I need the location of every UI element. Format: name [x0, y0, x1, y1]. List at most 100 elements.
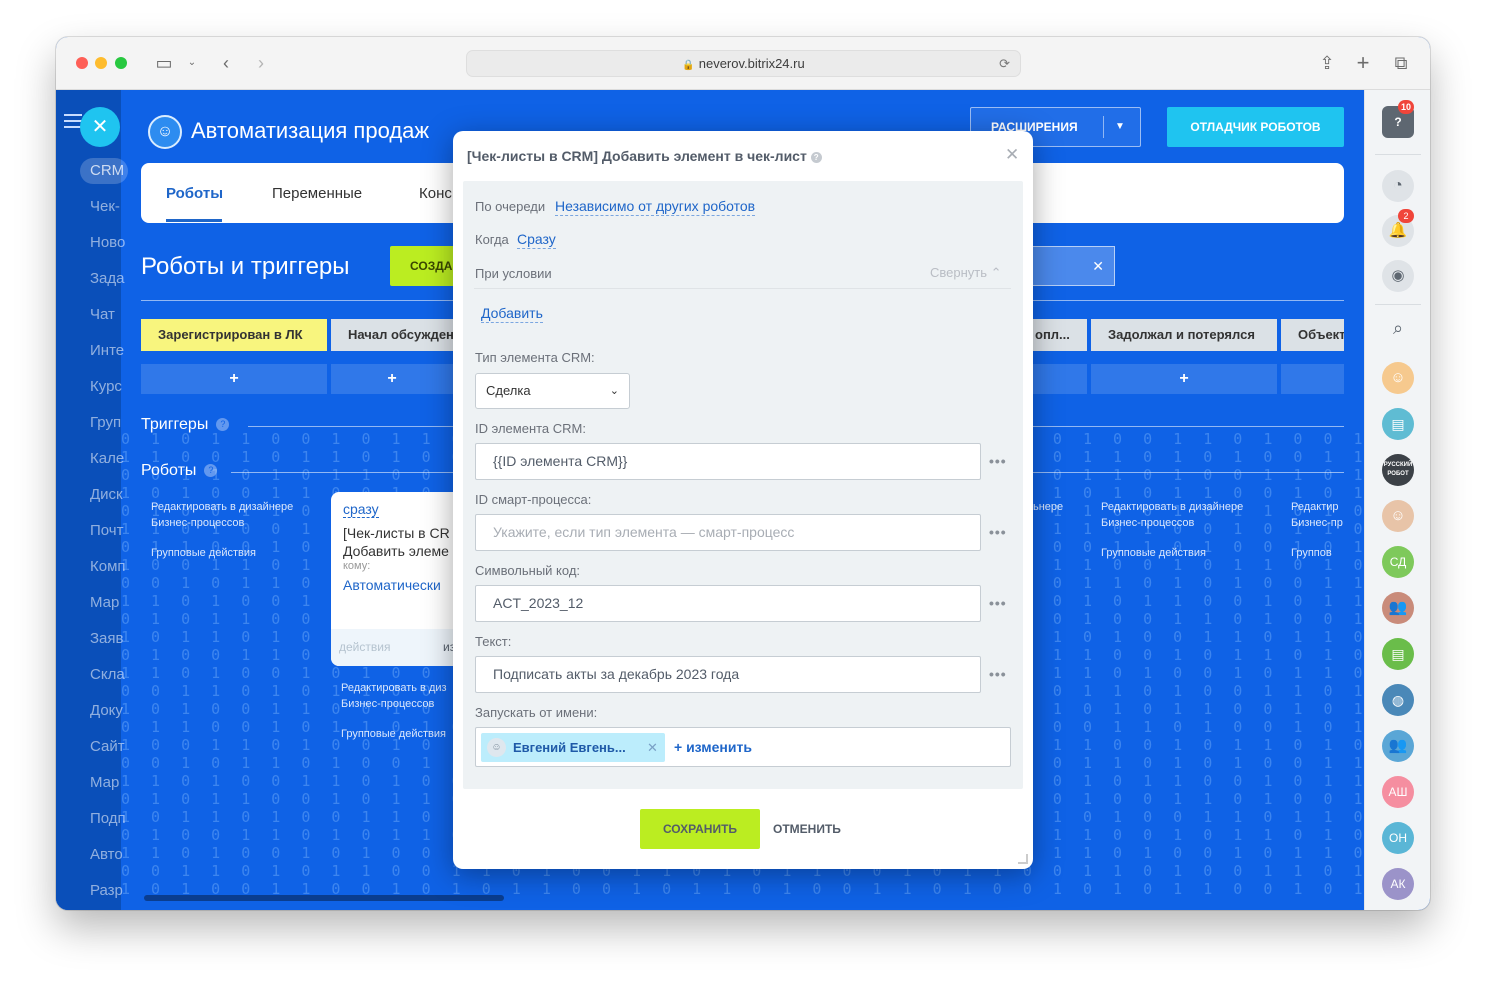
cancel-button[interactable]: ОТМЕНИТЬ — [773, 809, 841, 849]
contact-card-icon[interactable]: ▤ — [1382, 638, 1414, 670]
resize-handle-icon[interactable] — [1018, 854, 1028, 864]
edit-in-designer-link[interactable]: ьнере — [1033, 499, 1063, 515]
filter-input[interactable]: ✕ — [1031, 246, 1115, 286]
stage-discussion[interactable]: Начал обсужден — [331, 319, 453, 351]
clear-icon[interactable]: ✕ — [1092, 258, 1104, 274]
nav-item[interactable]: Скла — [90, 666, 125, 683]
avatar[interactable]: ☺ — [1382, 500, 1414, 532]
more-options-icon[interactable]: ••• — [989, 524, 1007, 540]
add-trigger-button[interactable]: + — [1091, 364, 1277, 394]
nav-item[interactable]: Курс — [90, 378, 122, 395]
bell-icon[interactable]: 🔔 2 — [1382, 209, 1414, 247]
save-button[interactable]: СОХРАНИТЬ — [640, 809, 760, 849]
stage-payment[interactable]: опл... — [1033, 319, 1087, 351]
chat-icon[interactable]: ◉ — [1382, 260, 1414, 292]
nav-item[interactable]: Комп — [90, 558, 126, 575]
group-actions-link[interactable]: Групповые действия — [1101, 545, 1206, 561]
text-input[interactable]: Подписать акты за декабрь 2023 года — [475, 656, 981, 693]
smart-process-input[interactable]: Укажите, если тип элемента — смарт-проце… — [475, 514, 981, 551]
user-chip[interactable]: ☺ Евгений Евгень... ✕ — [481, 733, 665, 762]
more-options-icon[interactable]: ••• — [989, 595, 1007, 611]
stage-object[interactable]: Объект — [1281, 319, 1344, 351]
tabs-overview-icon[interactable]: ⧉ — [1389, 51, 1413, 75]
crm-id-input[interactable]: {{ID элемента CRM}} — [475, 443, 981, 480]
change-user-link[interactable]: + изменить — [674, 728, 752, 766]
nav-item[interactable]: Груп — [90, 414, 121, 431]
contact-card-icon[interactable]: ▤ — [1382, 408, 1414, 440]
reload-icon[interactable]: ⟳ — [999, 51, 1010, 76]
minimize-window-button[interactable] — [95, 57, 107, 69]
run-as-selector[interactable]: ☺ Евгений Евгень... ✕ + изменить — [475, 727, 1011, 767]
nav-item[interactable]: Заяв — [90, 630, 124, 647]
group-actions-link[interactable]: Групповые действия — [151, 545, 256, 561]
nav-item[interactable]: Подп — [90, 810, 126, 827]
avatar[interactable]: ☺ — [1382, 362, 1414, 394]
add-trigger-button[interactable] — [1281, 364, 1344, 394]
avatar[interactable]: АК — [1382, 868, 1414, 900]
forward-icon[interactable]: › — [249, 51, 273, 75]
avatar[interactable]: АШ — [1382, 776, 1414, 808]
nav-item[interactable]: Почт — [90, 522, 123, 539]
share-icon[interactable]: ⇪ — [1315, 51, 1339, 75]
nav-item[interactable]: Разр — [90, 882, 123, 899]
nav-item[interactable]: Мар — [90, 774, 119, 791]
robot-card[interactable]: сразу [Чек-листы в CR Добавить элеме кому… — [331, 492, 461, 666]
group-icon[interactable]: 👥 — [1382, 592, 1414, 624]
nav-item[interactable]: Мар — [90, 594, 119, 611]
address-bar[interactable]: 🔒 neverov.bitrix24.ru ⟳ — [466, 50, 1021, 77]
avatar[interactable]: ОН — [1382, 822, 1414, 854]
nav-item[interactable]: Авто — [90, 846, 123, 863]
avatar[interactable]: СД — [1382, 546, 1414, 578]
edit-in-designer-link[interactable]: Редактировать в дизайнере Бизнес-процессо… — [151, 499, 293, 531]
help-icon[interactable]: ? 10 — [1382, 100, 1415, 138]
help-icon[interactable]: ? — [810, 151, 822, 163]
stage-registered[interactable]: Зарегистрирован в ЛК — [141, 319, 327, 351]
nav-item[interactable]: Чек- — [90, 198, 120, 215]
robot-when-link[interactable]: сразу — [343, 501, 379, 518]
nav-item[interactable]: Диск — [90, 486, 123, 503]
add-trigger-button[interactable]: + — [331, 364, 453, 394]
tab-variables[interactable]: Переменные — [272, 185, 362, 202]
nav-item-crm[interactable]: CRM — [80, 158, 128, 184]
symbol-code-input[interactable]: ACT_2023_12 — [475, 585, 981, 622]
nav-item[interactable]: Доку — [90, 702, 123, 719]
assignee-value[interactable]: Автоматически — [343, 577, 441, 593]
avatar[interactable]: РУССКИЙ РОБОТ — [1382, 454, 1414, 486]
more-options-icon[interactable]: ••• — [989, 666, 1007, 682]
tab-constants[interactable]: Конс — [419, 185, 452, 202]
nav-item[interactable]: Чат — [90, 306, 115, 323]
add-trigger-button[interactable] — [1033, 364, 1087, 394]
collapse-link[interactable]: Свернуть ⌃ — [930, 265, 1002, 281]
new-tab-icon[interactable]: + — [1351, 51, 1375, 75]
remove-user-icon[interactable]: ✕ — [647, 733, 658, 762]
group-actions-link[interactable]: Группов — [1291, 545, 1332, 561]
horizontal-scrollbar[interactable] — [144, 895, 504, 901]
zoom-window-button[interactable] — [115, 57, 127, 69]
queue-value-link[interactable]: Независимо от других роботов — [555, 197, 756, 216]
sidebar-toggle-icon[interactable]: ▭ — [152, 51, 176, 75]
nav-item[interactable]: Сайт — [90, 738, 125, 755]
tab-robots[interactable]: Роботы — [166, 185, 223, 202]
chevron-down-icon[interactable]: ⌄ — [180, 51, 204, 75]
close-icon[interactable]: ✕ — [1005, 145, 1019, 165]
edit-in-designer-link[interactable]: Редактировать в диз Бизнес-процессов — [341, 680, 447, 712]
edit-in-designer-link[interactable]: Редактировать в дизайнере Бизнес-процессо… — [1101, 499, 1243, 531]
crm-type-select[interactable]: Сделка ⌄ — [475, 373, 630, 409]
add-trigger-button[interactable]: + — [141, 364, 327, 394]
nav-item[interactable]: Зада — [90, 270, 125, 287]
nav-item[interactable]: Ново — [90, 234, 125, 251]
chevron-down-icon[interactable]: ▼ — [1115, 108, 1125, 146]
group-icon[interactable]: 👥 — [1382, 730, 1414, 762]
robot-actions-link[interactable]: действия — [339, 640, 390, 654]
group-chat-icon[interactable]: ◍ — [1382, 684, 1414, 716]
close-slider-button[interactable]: ✕ — [80, 107, 120, 147]
help-icon[interactable]: ? — [204, 464, 218, 478]
group-actions-link[interactable]: Групповые действия — [341, 726, 446, 742]
create-button[interactable]: СОЗДА — [390, 246, 460, 286]
back-icon[interactable]: ‹ — [214, 51, 238, 75]
add-condition-link[interactable]: Добавить — [481, 304, 543, 323]
nav-item[interactable]: Инте — [90, 342, 124, 359]
more-options-icon[interactable]: ••• — [989, 453, 1007, 469]
when-value-link[interactable]: Сразу — [517, 230, 556, 249]
stage-debt[interactable]: Задолжал и потерялся — [1091, 319, 1277, 351]
